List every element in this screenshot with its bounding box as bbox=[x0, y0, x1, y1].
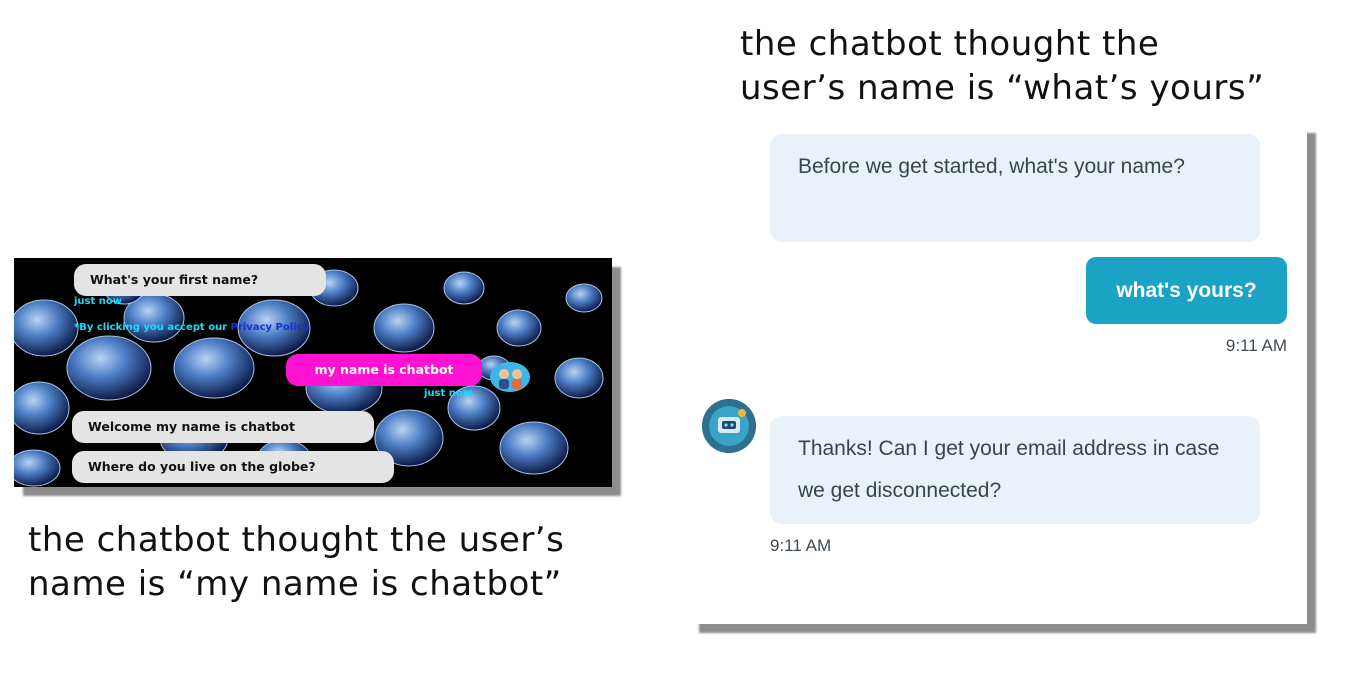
timestamp-1: just now bbox=[74, 296, 122, 307]
left-caption: the chatbot thought the user’s name is “… bbox=[28, 518, 668, 606]
privacy-note: *By clicking you accept our Privacy Poli… bbox=[74, 322, 309, 333]
bot-message-name-question: Before we get started, what's your name? bbox=[770, 134, 1260, 242]
user-avatar-icon bbox=[490, 362, 530, 392]
bot-message-location: Where do you live on the globe? bbox=[72, 451, 394, 483]
privacy-prefix: *By clicking you accept our bbox=[74, 322, 231, 333]
user-message-name: my name is chatbot bbox=[286, 354, 482, 386]
bot-message-welcome: Welcome my name is chatbot bbox=[72, 411, 374, 443]
user-message-timestamp: 9:11 AM bbox=[1225, 336, 1287, 355]
left-caption-line-2: name is “my name is chatbot” bbox=[28, 564, 562, 604]
timestamp-2: just now bbox=[424, 388, 472, 399]
bot-message-email-question: Thanks! Can I get your email address in … bbox=[770, 416, 1260, 524]
bot-message-timestamp: 9:11 AM bbox=[770, 536, 832, 555]
right-caption: the chatbot thought the user’s name is “… bbox=[740, 22, 1340, 110]
privacy-policy-link[interactable]: Privacy Policy bbox=[231, 322, 309, 333]
right-caption-line-2: user’s name is “what’s yours” bbox=[740, 68, 1265, 108]
user-message-whats-yours: what's yours? bbox=[1086, 257, 1287, 324]
right-caption-line-1: the chatbot thought the bbox=[740, 24, 1160, 64]
left-caption-line-1: the chatbot thought the user’s bbox=[28, 520, 565, 560]
right-chat-screenshot: Before we get started, what's your name?… bbox=[690, 124, 1307, 624]
bot-avatar-icon bbox=[702, 399, 756, 453]
bot-message-first-name: What's your first name? bbox=[74, 264, 326, 296]
left-chat-screenshot: What's your first name? just now *By cli… bbox=[14, 258, 612, 487]
